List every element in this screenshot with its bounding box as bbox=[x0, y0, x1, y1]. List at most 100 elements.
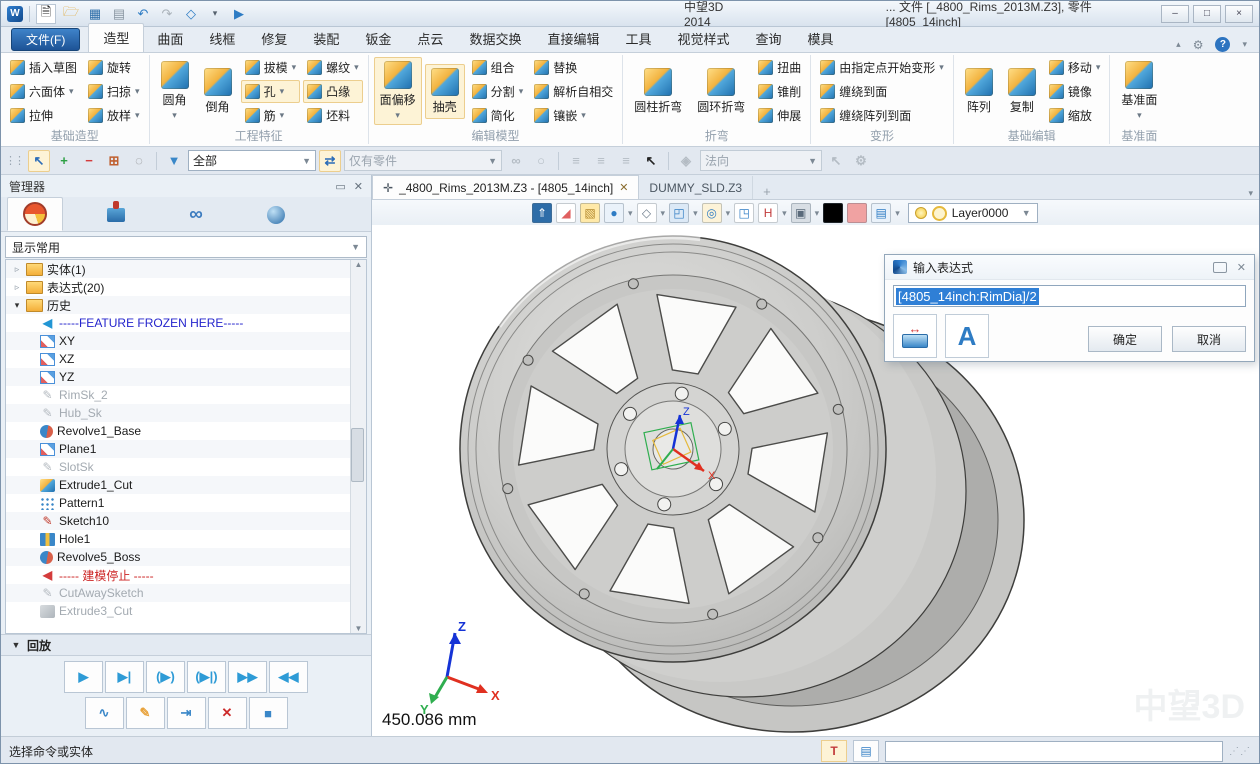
tree-item-Revolve5_Boss[interactable]: Revolve5_Boss bbox=[6, 548, 366, 566]
float-panel-icon[interactable]: ▭ bbox=[335, 180, 345, 193]
menu-tab-视觉样式[interactable]: 视觉样式 bbox=[664, 25, 742, 52]
menu-tab-点云[interactable]: 点云 bbox=[404, 25, 456, 52]
chain-pick-icon[interactable]: ∞ bbox=[505, 150, 527, 172]
manager-tab-view-manager[interactable] bbox=[249, 199, 303, 231]
toolbar-toggle-button[interactable]: T bbox=[821, 740, 847, 762]
eraser-icon[interactable]: ◢ bbox=[556, 203, 576, 223]
pick-filter-icon[interactable]: ↖ bbox=[28, 150, 50, 172]
pick-settings-icon[interactable]: ⚙ bbox=[850, 150, 872, 172]
tree-item-Plane1[interactable]: Plane1 bbox=[6, 440, 366, 458]
replay-fast-forward-button[interactable]: ▶▶ bbox=[228, 661, 267, 693]
tree-item--FEATURE-FROZEN-HERE-[interactable]: ◀-----FEATURE FROZEN HERE----- bbox=[6, 314, 366, 332]
replay-step-to-end-button[interactable]: (▶|) bbox=[187, 661, 226, 693]
scope-combo[interactable]: 仅有零件▼ bbox=[344, 150, 502, 171]
remove-from-selection-icon[interactable]: − bbox=[78, 150, 100, 172]
highlight-pick-icon[interactable]: ○ bbox=[530, 150, 552, 172]
comment-icon[interactable] bbox=[1213, 262, 1227, 273]
tabbar-overflow-icon[interactable]: ▾ bbox=[1240, 188, 1260, 199]
expand-icon[interactable]: ▹ bbox=[12, 282, 22, 293]
ribbon-button-螺纹[interactable]: 螺纹▾ bbox=[303, 56, 363, 79]
tree-item-RimSk_2[interactable]: ✎RimSk_2 bbox=[6, 386, 366, 404]
ribbon-button-移动[interactable]: 移动▾ bbox=[1045, 56, 1105, 79]
ribbon-button-拉伸[interactable]: 拉伸 bbox=[6, 104, 81, 127]
selection-filter-icon[interactable]: ▼ bbox=[163, 150, 185, 172]
ribbon-button-缠绕到面[interactable]: 缠绕到面 bbox=[816, 80, 948, 103]
add-to-selection-icon[interactable]: + bbox=[53, 150, 75, 172]
ribbon-button-圆角[interactable]: 圆角▾ bbox=[155, 57, 195, 125]
exit-part-icon[interactable]: ⇑ bbox=[532, 203, 552, 223]
settings-gear-icon[interactable]: ⚙ bbox=[1193, 38, 1204, 52]
menu-tab-曲面[interactable]: 曲面 bbox=[144, 25, 196, 52]
ribbon-button-拔模[interactable]: 拔模▾ bbox=[241, 56, 301, 79]
tree-item-CutAwaySketch[interactable]: ✎CutAwaySketch bbox=[6, 584, 366, 602]
redo-icon[interactable]: ↷ bbox=[158, 5, 176, 23]
expand-icon[interactable]: ▾ bbox=[12, 300, 22, 311]
tree-scrollbar[interactable]: ▲ ▼ bbox=[350, 260, 366, 633]
pick-list-first-icon[interactable]: ≡ bbox=[565, 150, 587, 172]
menu-tab-线框[interactable]: 线框 bbox=[196, 25, 248, 52]
layer-visibility-icon[interactable] bbox=[915, 207, 927, 219]
ribbon-button-插入草图[interactable]: 插入草图 bbox=[6, 56, 81, 79]
view-gyro-icon[interactable]: ◇ bbox=[182, 5, 200, 23]
dialog-title-bar[interactable]: 输入表达式 ✕ bbox=[885, 255, 1254, 280]
help-icon[interactable]: ? bbox=[1215, 37, 1230, 52]
render-monitor-icon[interactable]: ▣ bbox=[791, 203, 811, 223]
pick-list-all-icon[interactable]: ≡ bbox=[590, 150, 612, 172]
chevron-down-icon[interactable]: ▾ bbox=[661, 208, 666, 219]
quickbar-overflow-icon[interactable]: ▾ bbox=[206, 5, 224, 23]
chevron-down-icon[interactable]: ▾ bbox=[726, 208, 731, 219]
cancel-button[interactable]: 取消 bbox=[1172, 326, 1246, 352]
layers-icon[interactable]: ▤ bbox=[871, 203, 891, 223]
document-tab-DUMMY_SLD.Z3[interactable]: DUMMY_SLD.Z3 bbox=[639, 176, 753, 199]
chevron-down-icon[interactable]: ▾ bbox=[782, 208, 787, 219]
tree-item-Sketch10[interactable]: ✎Sketch10 bbox=[6, 512, 366, 530]
menu-tab-工具[interactable]: 工具 bbox=[612, 25, 664, 52]
manager-tab-assembly-manager[interactable] bbox=[89, 199, 143, 231]
ok-button[interactable]: 确定 bbox=[1088, 326, 1162, 352]
tree-item-Pattern1[interactable]: Pattern1 bbox=[6, 494, 366, 512]
ribbon-button-组合[interactable]: 组合 bbox=[468, 56, 528, 79]
chevron-down-icon[interactable]: ▾ bbox=[895, 208, 900, 219]
ribbon-button-坯料[interactable]: 坯料 bbox=[303, 104, 363, 127]
expand-icon[interactable]: ▹ bbox=[12, 264, 22, 275]
menu-tab-数据交换[interactable]: 数据交换 bbox=[456, 25, 534, 52]
ribbon-button-替换[interactable]: 替换 bbox=[530, 56, 617, 79]
replay-regen-button[interactable]: ∿ bbox=[85, 697, 124, 729]
viewport-3d[interactable]: Z X Z X Y 450.086 mm 中望3D bbox=[372, 225, 1260, 736]
chevron-down-icon[interactable]: ▾ bbox=[628, 208, 633, 219]
dimension-display-icon[interactable]: H bbox=[758, 203, 778, 223]
orient-gyro-icon[interactable]: ◈ bbox=[675, 150, 697, 172]
ribbon-button-面偏移[interactable]: 面偏移▾ bbox=[374, 57, 422, 125]
tree-item-XY[interactable]: XY bbox=[6, 332, 366, 350]
ribbon-button-基准面[interactable]: 基准面▾ bbox=[1115, 57, 1163, 125]
scrollbar-thumb[interactable] bbox=[351, 428, 364, 482]
open-file-icon[interactable]: 🗁 bbox=[62, 5, 80, 23]
menu-tab-造型[interactable]: 造型 bbox=[88, 23, 144, 52]
pick-cursor-icon[interactable]: ↖ bbox=[640, 150, 662, 172]
tree-item--[interactable]: ◀----- 建模停止 ----- bbox=[6, 566, 366, 584]
help-dropdown-icon[interactable]: ▾ bbox=[1242, 39, 1247, 50]
resize-view-icon[interactable]: ◳ bbox=[734, 203, 754, 223]
dimension-expression-button[interactable]: ↔ bbox=[893, 314, 937, 358]
ribbon-button-六面体[interactable]: 六面体▾ bbox=[6, 80, 81, 103]
pink-swatch[interactable]: ■ bbox=[847, 203, 867, 223]
chevron-down-icon[interactable]: ▾ bbox=[815, 208, 820, 219]
close-tab-icon[interactable]: ✕ bbox=[619, 181, 628, 194]
tree-item-Extrude3_Cut[interactable]: Extrude3_Cut bbox=[6, 602, 366, 620]
replay-edit-button[interactable]: ✎ bbox=[126, 697, 165, 729]
manager-tab-history-manager[interactable] bbox=[7, 197, 63, 231]
document-tab-_4800_Rims_2013M.Z3 - [4805_14inch][interactable]: ✛_4800_Rims_2013M.Z3 - [4805_14inch]✕ bbox=[372, 175, 639, 199]
chevron-down-icon[interactable]: ▾ bbox=[693, 208, 698, 219]
ribbon-button-筋[interactable]: 筋▾ bbox=[241, 104, 301, 127]
ribbon-button-孔[interactable]: 孔▾ bbox=[241, 80, 301, 103]
tree-item--[interactable]: ▾历史 bbox=[6, 296, 366, 314]
file-menu-button[interactable]: 文件(F) bbox=[11, 28, 80, 51]
menu-tab-直接编辑[interactable]: 直接编辑 bbox=[534, 25, 612, 52]
ribbon-button-阵列[interactable]: 阵列 bbox=[959, 64, 999, 119]
layer-combo[interactable]: Layer0000▼ bbox=[908, 203, 1038, 223]
ribbon-button-抽壳[interactable]: 抽壳 bbox=[425, 64, 465, 119]
filter-combo[interactable]: 全部▼ bbox=[188, 150, 316, 171]
ribbon-button-镶嵌[interactable]: 镶嵌▾ bbox=[530, 104, 617, 127]
zoom-sheet-icon[interactable]: ◎ bbox=[702, 203, 722, 223]
orient-combo[interactable]: 法向▼ bbox=[700, 150, 822, 171]
